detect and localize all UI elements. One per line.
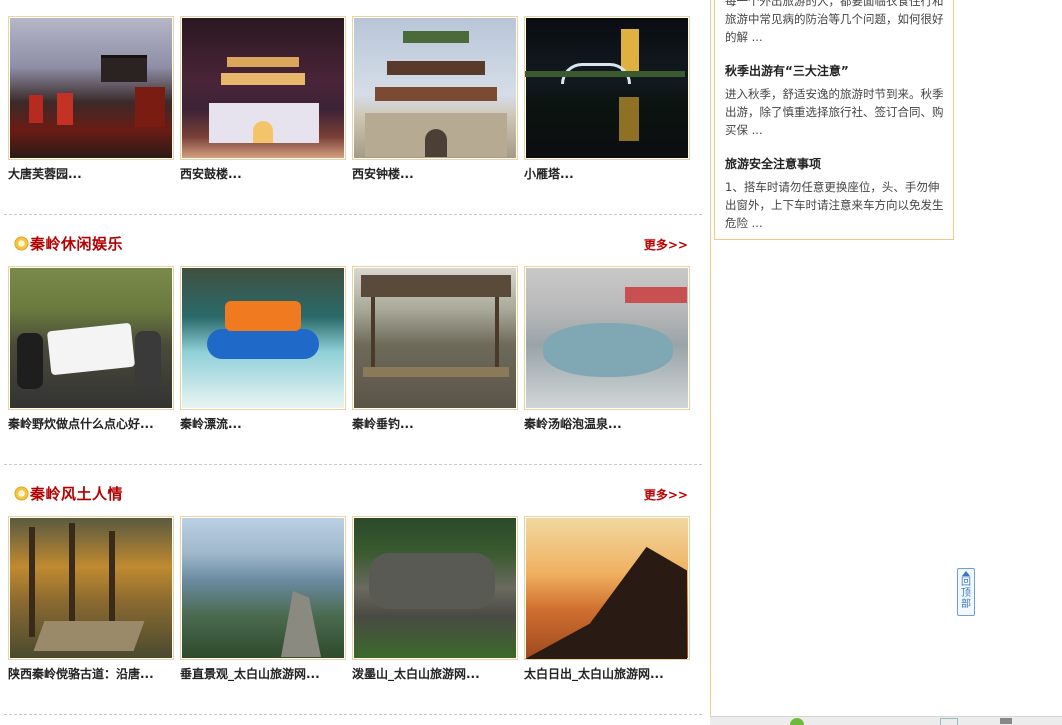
more-link[interactable]: 更多>> — [644, 486, 688, 503]
flower-icon — [14, 236, 29, 251]
photo-caption[interactable]: 西安鼓楼... — [180, 165, 346, 182]
section-divider — [4, 214, 702, 215]
photo-thumbnail[interactable] — [524, 266, 690, 410]
photo-card[interactable]: 泼墨山_太白山旅游网... — [352, 516, 518, 682]
back-to-top-button[interactable]: 回顶部 — [957, 568, 975, 616]
back-to-top-label: 回顶部 — [961, 577, 971, 610]
tip-summary[interactable]: 1、搭车时请勿任意更换座位，头、手勿伸出窗外，上下车时请注意来车方向以免发生危险… — [725, 178, 945, 232]
tip-item: 旅游安全注意事项 1、搭车时请勿任意更换座位，头、手勿伸出窗外，上下车时请注意来… — [725, 155, 945, 232]
photo-thumbnail[interactable] — [352, 516, 518, 660]
photo-card[interactable]: 大唐芙蓉园... — [8, 16, 174, 182]
tip-item: 每一个外出旅游的人，都要面临衣食住行和旅游中常见病的防治等几个问题，如何很好的解… — [725, 0, 945, 46]
travel-tips-panel: 每一个外出旅游的人，都要面临衣食住行和旅游中常见病的防治等几个问题，如何很好的解… — [714, 0, 954, 240]
photo-card[interactable]: 西安鼓楼... — [180, 16, 346, 182]
photo-caption[interactable]: 秦岭汤峪泡温泉... — [524, 415, 690, 432]
photo-grid-customs: 陕西秦岭傥骆古道：沿唐... 垂直景观_太白山旅游网... 泼墨山_太白山旅游网… — [8, 516, 696, 682]
photo-thumbnail[interactable] — [524, 516, 690, 660]
photo-card[interactable]: 陕西秦岭傥骆古道：沿唐... — [8, 516, 174, 682]
photo-thumbnail[interactable] — [524, 16, 690, 160]
photo-thumbnail[interactable] — [352, 266, 518, 410]
photo-caption[interactable]: 大唐芙蓉园... — [8, 165, 174, 182]
photo-card[interactable]: 太白日出_太白山旅游网... — [524, 516, 690, 682]
section-header: 秦岭风土人情 更多>> — [10, 483, 690, 505]
photo-caption[interactable]: 秦岭野炊做点什么点心好... — [8, 415, 174, 432]
photo-card[interactable]: 西安钟楼... — [352, 16, 518, 182]
photo-thumbnail[interactable] — [180, 266, 346, 410]
photo-card[interactable]: 秦岭汤峪泡温泉... — [524, 266, 690, 432]
photo-thumbnail[interactable] — [8, 266, 174, 410]
photo-caption[interactable]: 泼墨山_太白山旅游网... — [352, 665, 518, 682]
photo-grid-top: 大唐芙蓉园... 西安鼓楼... 西安钟楼... 小雁塔... — [8, 16, 696, 182]
photo-card[interactable]: 垂直景观_太白山旅游网... — [180, 516, 346, 682]
photo-caption[interactable]: 小雁塔... — [524, 165, 690, 182]
photo-thumbnail[interactable] — [180, 16, 346, 160]
photo-thumbnail[interactable] — [8, 516, 174, 660]
section-title: 秦岭风土人情 — [30, 485, 124, 503]
tip-summary[interactable]: 每一个外出旅游的人，都要面临衣食住行和旅游中常见病的防治等几个问题，如何很好的解… — [725, 0, 945, 46]
arrow-up-icon — [962, 571, 970, 576]
photo-card[interactable]: 秦岭漂流... — [180, 266, 346, 432]
tip-summary[interactable]: 进入秋季，舒适安逸的旅游时节到来。秋季出游，除了慎重选择旅行社、签订合同、购买保… — [725, 85, 945, 139]
photo-caption[interactable]: 秦岭垂钓... — [352, 415, 518, 432]
photo-card[interactable]: 秦岭野炊做点什么点心好... — [8, 266, 174, 432]
photo-thumbnail[interactable] — [8, 16, 174, 160]
section-divider — [4, 464, 702, 465]
section-title: 秦岭休闲娱乐 — [30, 235, 124, 253]
section-divider — [4, 714, 702, 715]
photo-grid-leisure: 秦岭野炊做点什么点心好... 秦岭漂流... 秦岭垂钓... 秦岭汤峪泡温泉..… — [8, 266, 696, 432]
tip-title[interactable]: 旅游安全注意事项 — [725, 155, 945, 172]
more-link[interactable]: 更多>> — [644, 236, 688, 253]
photo-thumbnail[interactable] — [180, 516, 346, 660]
main-column: 大唐芙蓉园... 西安鼓楼... 西安钟楼... 小雁塔... 秦岭休闲娱乐 更… — [0, 0, 708, 724]
photo-thumbnail[interactable] — [352, 16, 518, 160]
photo-caption[interactable]: 秦岭漂流... — [180, 415, 346, 432]
photo-caption[interactable]: 西安钟楼... — [352, 165, 518, 182]
status-widget — [1000, 718, 1012, 724]
tip-item: 秋季出游有“三大注意” 进入秋季，舒适安逸的旅游时节到来。秋季出游，除了慎重选择… — [725, 62, 945, 139]
photo-caption[interactable]: 陕西秦岭傥骆古道：沿唐... — [8, 665, 174, 682]
tip-title[interactable]: 秋季出游有“三大注意” — [725, 62, 945, 79]
photo-caption[interactable]: 太白日出_太白山旅游网... — [524, 665, 690, 682]
section-header: 秦岭休闲娱乐 更多>> — [10, 233, 690, 255]
flower-icon — [14, 486, 29, 501]
photo-caption[interactable]: 垂直景观_太白山旅游网... — [180, 665, 346, 682]
photo-card[interactable]: 秦岭垂钓... — [352, 266, 518, 432]
photo-card[interactable]: 小雁塔... — [524, 16, 690, 182]
column-separator — [710, 0, 711, 724]
